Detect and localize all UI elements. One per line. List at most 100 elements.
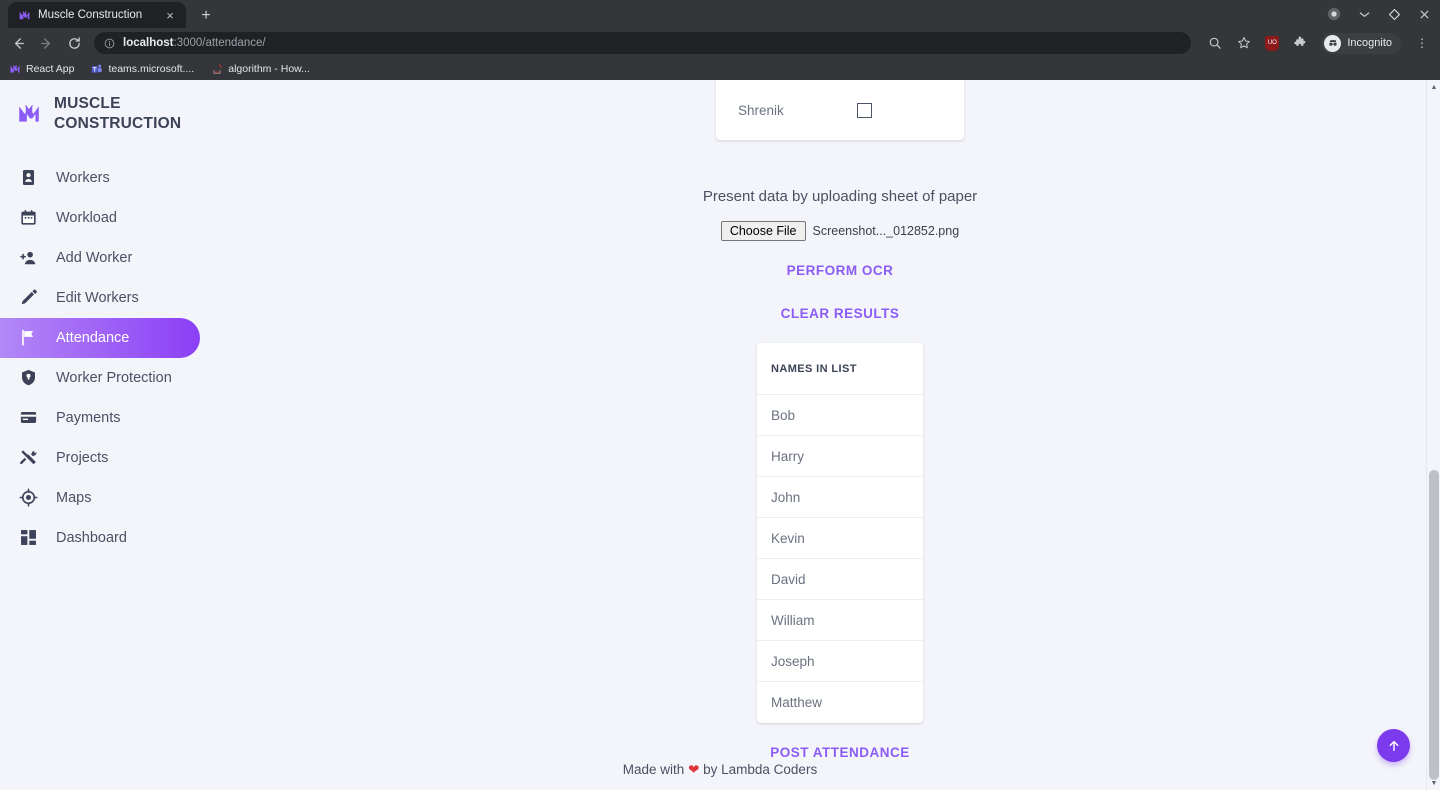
worker-name: Shrenik xyxy=(738,102,784,118)
zoom-icon[interactable] xyxy=(1207,36,1223,50)
close-window-icon[interactable] xyxy=(1416,6,1432,22)
sidebar-item-edit-workers[interactable]: Edit Workers xyxy=(0,278,240,318)
reload-button[interactable] xyxy=(66,36,82,51)
choose-file-button[interactable]: Choose File xyxy=(720,221,806,241)
tab-title: Muscle Construction xyxy=(38,9,143,21)
new-tab-button[interactable]: + xyxy=(196,8,216,24)
names-table-header: NAMES IN LIST xyxy=(757,343,923,395)
table-row[interactable]: Harry xyxy=(757,436,923,477)
worker-attendance-card: Shrenik xyxy=(716,80,964,140)
scroll-to-top-button[interactable] xyxy=(1377,729,1410,762)
incognito-label: Incognito xyxy=(1347,37,1392,49)
incognito-indicator[interactable]: Incognito xyxy=(1321,32,1401,54)
clear-results-button[interactable]: CLEAR RESULTS xyxy=(771,300,910,327)
browser-window: Muscle Construction × + localhost:3000/a… xyxy=(0,0,1440,790)
sidebar-item-workers[interactable]: Workers xyxy=(0,158,240,198)
sidebar-item-label: Dashboard xyxy=(56,529,127,546)
sidebar-item-label: Payments xyxy=(56,409,121,426)
shield-icon xyxy=(18,368,38,388)
url-host: localhost xyxy=(123,37,174,49)
bookmark-label: React App xyxy=(26,63,75,75)
sidebar-item-workload[interactable]: Workload xyxy=(0,198,240,238)
sidebar-item-label: Add Worker xyxy=(56,249,133,266)
tab-strip: Muscle Construction × + xyxy=(0,0,1440,28)
credit-card-icon xyxy=(18,408,38,428)
sidebar-item-label: Worker Protection xyxy=(56,369,172,386)
scroll-up-arrow-icon[interactable]: ▲ xyxy=(1427,80,1440,94)
sidebar: MUSCLE CONSTRUCTION Workers Workload Add… xyxy=(0,80,240,790)
tools-icon xyxy=(18,448,38,468)
record-indicator-icon[interactable] xyxy=(1326,6,1342,22)
sidebar-item-label: Maps xyxy=(56,489,92,506)
window-controls xyxy=(1326,0,1432,28)
sidebar-item-label: Edit Workers xyxy=(56,289,139,306)
footer-prefix: Made with xyxy=(622,762,689,777)
extensions-puzzle-icon[interactable] xyxy=(1292,36,1308,50)
table-row[interactable]: William xyxy=(757,600,923,641)
flag-icon xyxy=(18,328,38,348)
add-person-icon xyxy=(18,248,38,268)
site-info-icon[interactable] xyxy=(104,38,115,49)
bookmark-react-app[interactable]: React App xyxy=(8,63,74,76)
dashboard-grid-icon xyxy=(18,528,38,548)
browser-tab[interactable]: Muscle Construction × xyxy=(8,2,186,28)
page-viewport: MUSCLE CONSTRUCTION Workers Workload Add… xyxy=(0,80,1440,790)
bookmark-star-icon[interactable] xyxy=(1236,36,1252,50)
sidebar-item-label: Attendance xyxy=(56,329,130,346)
sidebar-item-dashboard[interactable]: Dashboard xyxy=(0,518,240,558)
footer: Made with ❤ by Lambda Coders xyxy=(0,762,1440,778)
table-row[interactable]: David xyxy=(757,559,923,600)
footer-suffix: by Lambda Coders xyxy=(699,762,818,777)
bookmark-teams[interactable]: teams.microsoft.... xyxy=(90,63,194,76)
target-icon xyxy=(18,488,38,508)
bookmarks-bar: React App teams.microsoft.... algorithm … xyxy=(0,58,1440,80)
table-row[interactable]: Bob xyxy=(757,395,923,436)
incognito-icon xyxy=(1324,34,1342,52)
table-row[interactable]: John xyxy=(757,477,923,518)
selected-filename: Screenshot..._012852.png xyxy=(812,224,960,238)
toolbar-right-actions: UO Incognito ⋮ xyxy=(1207,32,1430,54)
muscle-logo-icon xyxy=(18,9,31,22)
table-row[interactable]: Matthew xyxy=(757,682,923,723)
table-row[interactable]: Joseph xyxy=(757,641,923,682)
stackoverflow-icon xyxy=(210,63,223,76)
sidebar-item-attendance[interactable]: Attendance xyxy=(0,317,200,358)
teams-icon xyxy=(90,63,103,76)
perform-ocr-button[interactable]: PERFORM OCR xyxy=(777,257,904,284)
calendar-icon xyxy=(18,208,38,228)
upload-heading: Present data by uploading sheet of paper xyxy=(702,188,978,205)
sidebar-item-worker-protection[interactable]: Worker Protection xyxy=(0,358,240,398)
close-tab-icon[interactable]: × xyxy=(162,9,178,22)
sidebar-item-payments[interactable]: Payments xyxy=(0,398,240,438)
attendance-checkbox[interactable] xyxy=(857,102,872,118)
sidebar-item-add-worker[interactable]: Add Worker xyxy=(0,238,240,278)
table-row[interactable]: Kevin xyxy=(757,518,923,559)
browser-menu-icon[interactable]: ⋮ xyxy=(1414,36,1430,50)
maximize-icon[interactable] xyxy=(1386,6,1402,22)
scrollbar-thumb[interactable] xyxy=(1429,470,1439,780)
url-path: :3000/attendance/ xyxy=(173,37,266,49)
file-upload-row: Choose File Screenshot..._012852.png xyxy=(720,221,960,241)
scroll-down-arrow-icon[interactable]: ▼ xyxy=(1427,776,1440,790)
browser-toolbar: localhost:3000/attendance/ UO Incognito … xyxy=(0,28,1440,58)
url-text: localhost:3000/attendance/ xyxy=(123,37,266,49)
page-scrollbar[interactable]: ▲ ▼ xyxy=(1426,80,1440,790)
muscle-logo-icon xyxy=(8,63,21,76)
arrow-up-icon xyxy=(1389,740,1398,751)
bookmark-label: teams.microsoft.... xyxy=(108,63,195,75)
muscle-logo-icon xyxy=(16,101,42,127)
address-bar[interactable]: localhost:3000/attendance/ xyxy=(94,32,1192,54)
bookmark-algorithm[interactable]: algorithm - How... xyxy=(210,63,310,76)
brand-title: MUSCLE CONSTRUCTION xyxy=(54,95,182,132)
sidebar-item-label: Workers xyxy=(56,169,110,186)
back-button[interactable] xyxy=(10,36,26,51)
sidebar-item-maps[interactable]: Maps xyxy=(0,478,240,518)
heart-icon: ❤ xyxy=(688,762,700,777)
forward-button[interactable] xyxy=(38,36,54,51)
sidebar-item-projects[interactable]: Projects xyxy=(0,438,240,478)
brand: MUSCLE CONSTRUCTION xyxy=(0,94,240,134)
sidebar-item-label: Workload xyxy=(56,209,117,226)
main-content: Shrenik Present data by uploading sheet … xyxy=(240,80,1440,790)
extension-badge-icon[interactable]: UO xyxy=(1265,35,1280,51)
minimize-icon[interactable] xyxy=(1356,6,1372,22)
